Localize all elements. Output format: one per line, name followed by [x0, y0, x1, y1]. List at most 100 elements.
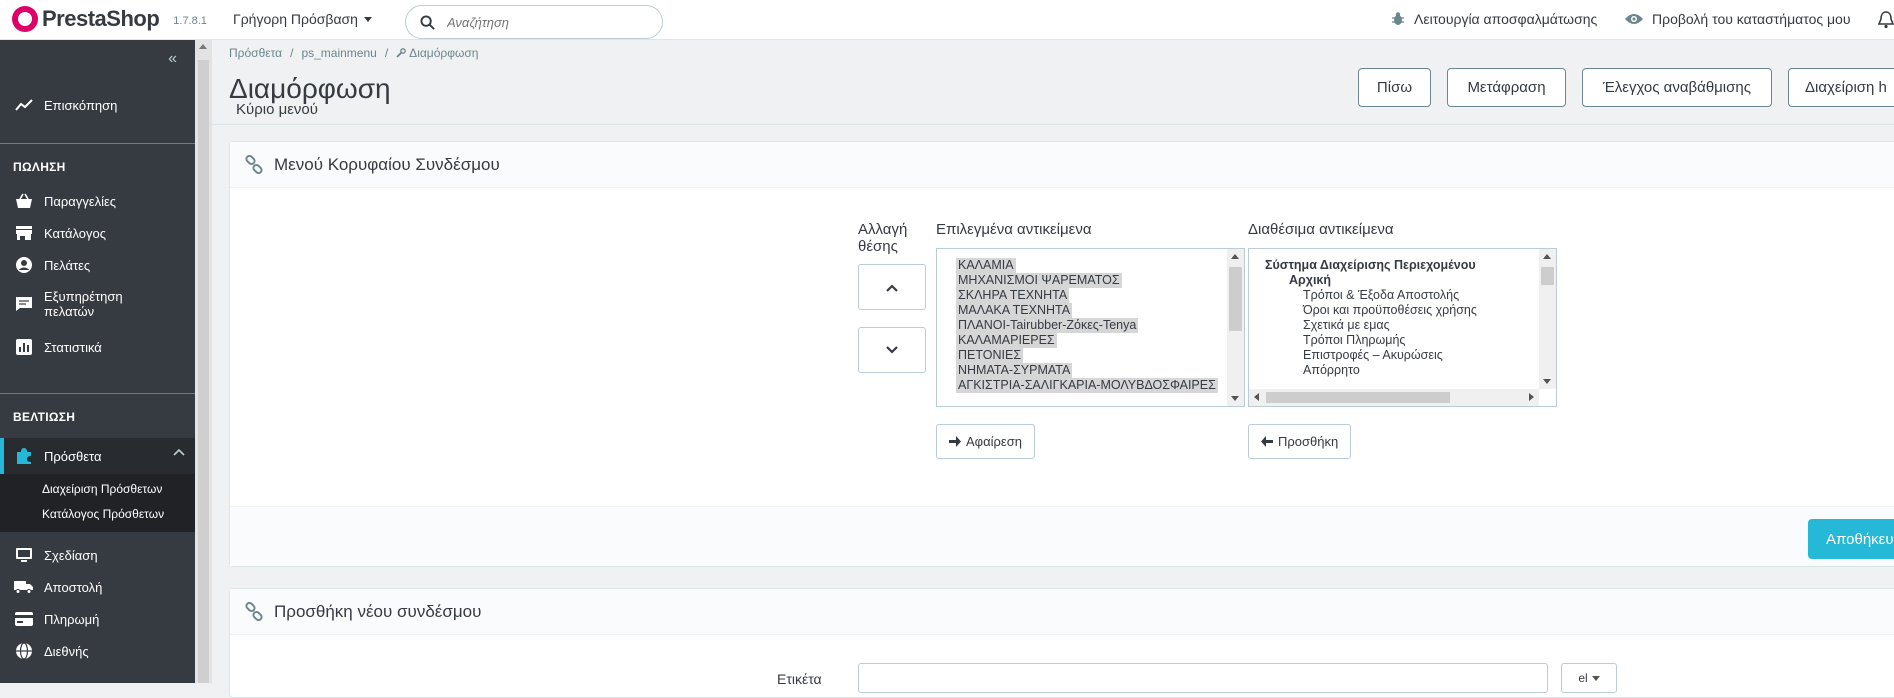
check-update-button[interactable]: Έλεγχος αναβάθμισης — [1582, 68, 1772, 107]
breadcrumb-item[interactable]: ps_mainmenu — [301, 46, 376, 60]
chevron-down-icon — [885, 345, 899, 355]
sidebar-item-international[interactable]: Διεθνής — [0, 636, 195, 666]
save-button[interactable]: Αποθήκευση — [1808, 519, 1894, 559]
panel-heading: Προσθήκη νέου συνδέσμου — [230, 589, 1894, 635]
globe-icon — [14, 641, 34, 661]
notifications-icon[interactable] — [1878, 11, 1894, 29]
sidebar: « Επισκόπηση ΠΩΛΗΣΗ Παραγγελίες Κατάλογο… — [0, 40, 195, 683]
list-horizontal-scrollbar[interactable] — [1249, 389, 1539, 406]
selected-list-item[interactable]: ΚΑΛΑΜΑΡΙΕΡΕΣ — [956, 333, 1057, 348]
trending-up-icon — [14, 95, 34, 115]
collapse-sidebar-icon[interactable]: « — [168, 50, 177, 68]
toolbar-divider — [212, 124, 1894, 125]
selected-list-item[interactable]: ΠΕΤΟΝΙΕΣ — [956, 348, 1024, 363]
top-header: PrestaShop 1.7.8.1 Γρήγορη Πρόσβαση Λειτ… — [0, 0, 1894, 40]
add-button[interactable]: Προσθήκη — [1248, 424, 1352, 459]
selected-items-list[interactable]: ΚΑΛΑΜΙΑ ΜΗΧΑΝΙΣΜΟΙ ΨΑΡΕΜΑΤΟΣ ΣΚΛΗΡΑ ΤΕΧΝΗΤ… — [936, 248, 1245, 407]
quick-access-dropdown[interactable]: Γρήγορη Πρόσβαση — [233, 11, 372, 27]
translate-button[interactable]: Μετάφραση — [1447, 68, 1566, 107]
brand-name: PrestaShop — [42, 6, 160, 31]
breadcrumb-current: Διαμόρφωση — [396, 46, 478, 60]
puzzle-icon — [14, 446, 34, 466]
scroll-up-icon — [1231, 254, 1239, 259]
chevron-up-icon — [173, 448, 185, 456]
remove-button[interactable]: Αφαίρεση — [936, 424, 1035, 459]
menu-links-panel: Μενού Κορυφαίου Συνδέσμου Αλλαγή θέσης Ε… — [229, 141, 1894, 567]
available-list-item[interactable]: Σχετικά με εμας — [1303, 317, 1390, 333]
selected-list-item[interactable]: ΣΚΛΗΡΑ ΤΕΧΝΗΤΑ — [956, 288, 1070, 303]
available-list-item[interactable]: Όροι και προϋποθέσεις χρήσης — [1303, 302, 1477, 318]
bar-chart-icon — [14, 337, 34, 357]
bug-icon — [1390, 11, 1406, 27]
sidebar-item-orders[interactable]: Παραγγελίες — [0, 186, 195, 216]
sidebar-item-payment[interactable]: Πληρωμή — [0, 604, 195, 634]
selected-list-item[interactable]: ΝΗΜΑΤΑ-ΣΥΡΜΑΤΑ — [956, 363, 1073, 378]
search-box[interactable] — [405, 5, 663, 39]
panel-title: Μενού Κορυφαίου Συνδέσμου — [274, 154, 500, 174]
available-items-list[interactable]: Σύστημα Διαχείρισης Περιεχομένου Αρχική Τρ… — [1248, 248, 1557, 407]
available-list-item[interactable]: Τρόποι Πληρωμής — [1303, 332, 1405, 348]
sidebar-item-label: Πρόσθετα — [44, 448, 102, 464]
sidebar-item-customer-service[interactable]: Εξυπηρέτηση πελατών — [0, 284, 195, 324]
available-items-label: Διαθέσιμα αντικείμενα — [1248, 221, 1394, 238]
label-input[interactable] — [858, 663, 1548, 693]
list-scrollbar[interactable] — [1227, 249, 1244, 406]
move-down-button[interactable] — [858, 327, 926, 373]
scroll-right-icon — [1529, 393, 1534, 401]
sidebar-item-label: Κατάλογος — [44, 225, 107, 241]
submenu-item-module-catalog[interactable]: Κατάλογος Πρόσθετων — [42, 507, 164, 521]
sidebar-item-dashboard[interactable]: Επισκόπηση — [0, 88, 195, 122]
modules-submenu: Διαχείριση Πρόσθετων Κατάλογος Πρόσθετων — [0, 474, 195, 532]
available-list-item[interactable]: Σύστημα Διαχείρισης Περιεχομένου — [1265, 257, 1476, 273]
scrollbar-thumb[interactable] — [1266, 392, 1450, 403]
divider — [0, 143, 195, 144]
debug-mode-link[interactable]: Λειτουργία αποσφαλμάτωσης — [1390, 11, 1597, 27]
submenu-item-module-manager[interactable]: Διαχείριση Πρόσθετων — [42, 482, 162, 496]
breadcrumb-item: Διαμόρφωση — [409, 46, 479, 60]
sidebar-item-label: Εξυπηρέτηση — [44, 289, 123, 304]
store-icon — [14, 223, 34, 243]
panel-footer: Αποθήκευση — [230, 506, 1894, 566]
page-subtitle: Κύριο μενού — [236, 101, 318, 118]
selected-list-item[interactable]: ΑΓΚΙΣΤΡΙΑ-ΣΑΛΙΓΚΑΡΙΑ-ΜΟΛΥΒΔΟΣΦΑΙΡΕΣ — [956, 378, 1218, 393]
sidebar-item-customers[interactable]: Πελάτες — [0, 250, 195, 280]
section-title-sell: ΠΩΛΗΣΗ — [13, 160, 66, 174]
selected-list-item[interactable]: ΜΗΧΑΝΙΣΜΟΙ ΨΑΡΕΜΑΤΟΣ — [956, 273, 1122, 288]
breadcrumb-item[interactable]: Πρόσθετα — [229, 46, 282, 60]
debug-mode-label: Λειτουργία αποσφαλμάτωσης — [1414, 11, 1598, 27]
scrollbar-thumb[interactable] — [1229, 267, 1242, 331]
page-scrollbar[interactable] — [195, 40, 212, 683]
manage-hooks-button[interactable]: Διαχείριση h — [1788, 68, 1894, 107]
selected-list-item[interactable]: ΜΑΛΑΚΑ ΤΕΧΝΗΤΑ — [956, 303, 1073, 318]
selected-list-item[interactable]: ΠΛΑΝΟΙ-Tairubber-Ζόκες-Tenya — [956, 318, 1139, 333]
available-list-item[interactable]: Απόρρητο — [1303, 362, 1360, 378]
search-input[interactable] — [447, 14, 637, 30]
scroll-left-icon — [1254, 393, 1259, 401]
available-list-item[interactable]: Τρόποι & Έξοδα Αποστολής — [1303, 287, 1459, 303]
sidebar-item-label: Παραγγελίες — [44, 193, 117, 209]
move-up-button[interactable] — [858, 264, 926, 310]
back-button[interactable]: Πίσω — [1358, 68, 1431, 107]
available-list-item[interactable]: Αρχική — [1289, 272, 1331, 288]
list-scrollbar[interactable] — [1539, 249, 1556, 389]
sidebar-item-label: Διεθνής — [44, 643, 89, 659]
prestashop-logo[interactable]: PrestaShop 1.7.8.1 — [12, 6, 207, 32]
scrollbar-thumb[interactable] — [198, 60, 209, 683]
sidebar-item-modules[interactable]: Πρόσθετα — [0, 438, 195, 474]
language-dropdown[interactable]: el — [1561, 663, 1617, 693]
scrollbar-thumb[interactable] — [1541, 267, 1554, 285]
selected-list-item[interactable]: ΚΑΛΑΜΙΑ — [956, 258, 1016, 273]
sidebar-item-design[interactable]: Σχεδίαση — [0, 540, 195, 570]
divider — [0, 393, 195, 394]
available-list-item[interactable]: Επιστροφές – Ακυρώσεις — [1303, 347, 1443, 363]
link-icon — [244, 154, 264, 175]
sidebar-item-stats[interactable]: Στατιστικά — [0, 332, 195, 362]
breadcrumb-separator: / — [290, 46, 294, 60]
sidebar-item-shipping[interactable]: Αποστολή — [0, 572, 195, 602]
account-circle-icon — [14, 255, 34, 275]
basket-icon — [14, 191, 34, 211]
version-label: 1.7.8.1 — [173, 15, 207, 27]
sidebar-item-catalog[interactable]: Κατάλογος — [0, 218, 195, 248]
truck-icon — [14, 577, 34, 597]
view-shop-link[interactable]: Προβολή του καταστήματος μου — [1624, 11, 1851, 27]
